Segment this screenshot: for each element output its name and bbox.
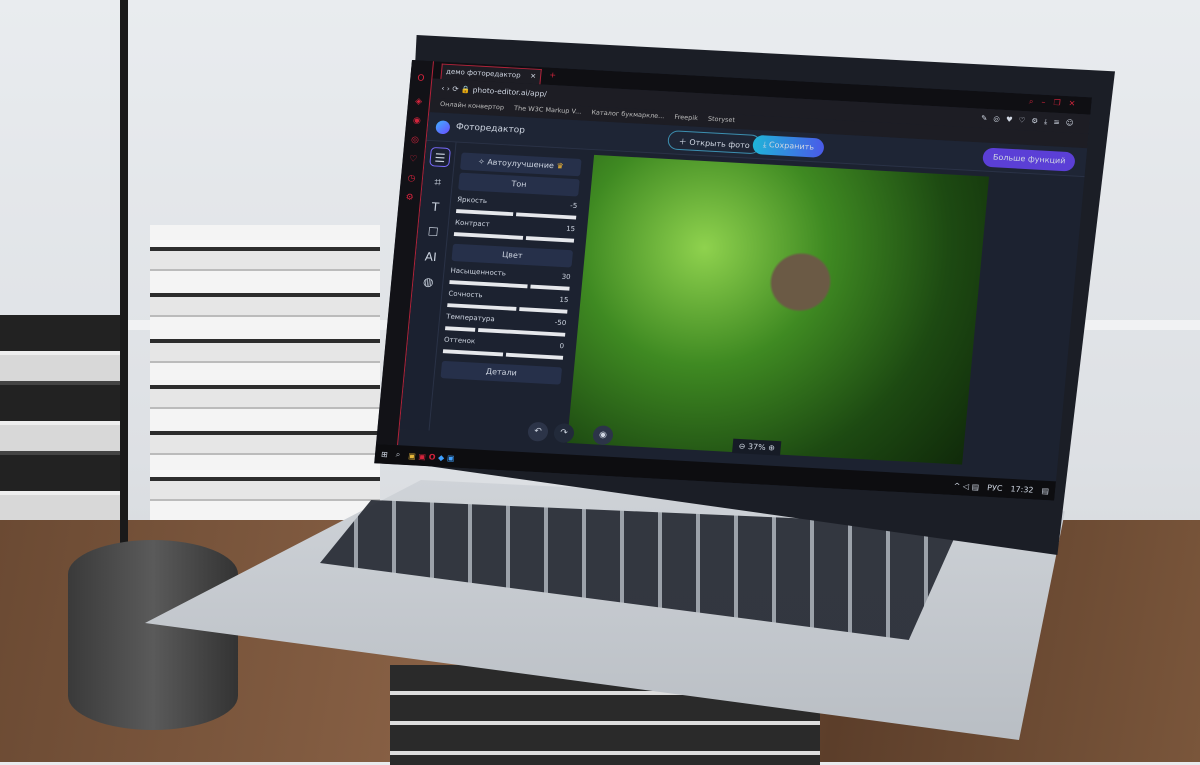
slider-value: 15 — [559, 295, 569, 305]
close-icon[interactable]: ✕ — [530, 72, 537, 80]
undo-icon[interactable]: ↶ — [527, 421, 549, 442]
slider-track[interactable] — [455, 209, 577, 220]
save-button[interactable]: ⤓ Сохранить — [751, 134, 825, 158]
slider-3: Сочность 15 — [447, 290, 569, 314]
book-stack — [150, 225, 380, 525]
slider-2: Насыщенность 30 — [449, 267, 571, 291]
zoom-control: ⊖ 37% ⊕ — [731, 438, 782, 456]
redo-icon[interactable]: ↷ — [553, 422, 575, 444]
crown-icon: ♛ — [556, 161, 565, 171]
bookmark[interactable]: Freepik — [674, 113, 698, 125]
slider-value: 15 — [565, 224, 576, 233]
slider-thumb[interactable] — [522, 234, 527, 242]
slider-thumb[interactable] — [502, 350, 507, 359]
notifications-icon[interactable]: ▤ — [1041, 486, 1049, 495]
slider-value: -5 — [569, 201, 578, 210]
text-icon[interactable]: T — [425, 197, 447, 217]
zoom-in-icon[interactable]: ⊕ — [768, 443, 776, 452]
owl-photo — [567, 154, 990, 465]
lamp-pole — [120, 0, 128, 560]
bookmark[interactable]: Онлайн конвертор — [439, 100, 505, 114]
preview-eye-icon[interactable]: ◉ — [592, 425, 614, 446]
laptop-screen: демо фоторедактор ✕ + ⌕–❐✕ ‹ › ⟳ 🔒 photo… — [374, 60, 1092, 501]
slider-1: Контраст 15 — [453, 218, 576, 243]
tray-icons[interactable]: ^ ◁ ▤ — [953, 481, 979, 491]
crop-icon[interactable]: ⌗ — [427, 172, 449, 192]
bookmark[interactable]: Storyset — [707, 115, 736, 127]
slider-4: Температура -50 — [444, 312, 567, 337]
start-icon[interactable]: ⊞ — [381, 450, 389, 459]
toolbar-icons[interactable]: ✎◎♥♡⚙⤓≡☺ — [981, 114, 1080, 129]
slider-track[interactable] — [453, 232, 575, 243]
app-logo — [435, 120, 451, 135]
opera-icon[interactable]: O — [410, 73, 432, 84]
slider-value: 0 — [559, 342, 565, 351]
slider-track[interactable] — [442, 349, 564, 360]
filter-icon[interactable]: ◍ — [417, 272, 439, 292]
app-icons[interactable]: ▣ ▣ O ◆ ▣ — [408, 451, 455, 462]
more-features-button[interactable]: Больше функций — [981, 147, 1077, 172]
slider-label: Температура — [445, 312, 496, 324]
slider-label: Контраст — [454, 218, 490, 229]
slider-label: Яркость — [456, 195, 488, 205]
slider-label: Оттенок — [443, 335, 476, 346]
slider-5: Оттенок 0 — [442, 335, 565, 360]
ai-icon[interactable]: AI — [420, 247, 442, 267]
new-tab-icon[interactable]: + — [549, 70, 557, 79]
search-icon[interactable]: ⌕ — [395, 450, 400, 460]
adjust-icon[interactable]: ☰ — [429, 146, 451, 168]
tone-section[interactable]: Тон — [458, 172, 580, 197]
slider-value: -50 — [554, 318, 567, 328]
slider-thumb[interactable] — [527, 282, 531, 291]
window-controls[interactable]: ⌕–❐✕ — [1028, 97, 1084, 110]
zoom-out-icon[interactable]: ⊖ — [738, 442, 746, 451]
slider-track[interactable] — [449, 280, 570, 291]
sticker-icon[interactable]: ☐ — [422, 222, 444, 242]
app-title: Фоторедактор — [455, 122, 526, 136]
slider-track[interactable] — [444, 325, 566, 337]
slider-label: Насыщенность — [450, 266, 507, 278]
slider-label: Сочность — [448, 289, 483, 300]
adjust-panel: ✧ Автоулучшение ♛ Тон Яркость -5 Контраст 1… — [435, 150, 582, 445]
slider-0: Яркость -5 — [455, 195, 578, 220]
slider-thumb[interactable] — [512, 210, 517, 219]
lamp-base — [68, 540, 238, 730]
color-section[interactable]: Цвет — [451, 243, 574, 268]
slider-value: 30 — [561, 272, 571, 281]
slider-thumb[interactable] — [474, 325, 479, 334]
nav-icons[interactable]: ‹ › ⟳ 🔒 — [441, 84, 473, 94]
open-photo-button[interactable]: ＋ Открыть фото — [666, 130, 762, 155]
slider-track[interactable] — [447, 303, 568, 314]
details-section[interactable]: Детали — [440, 360, 563, 385]
slider-thumb[interactable] — [515, 305, 520, 313]
